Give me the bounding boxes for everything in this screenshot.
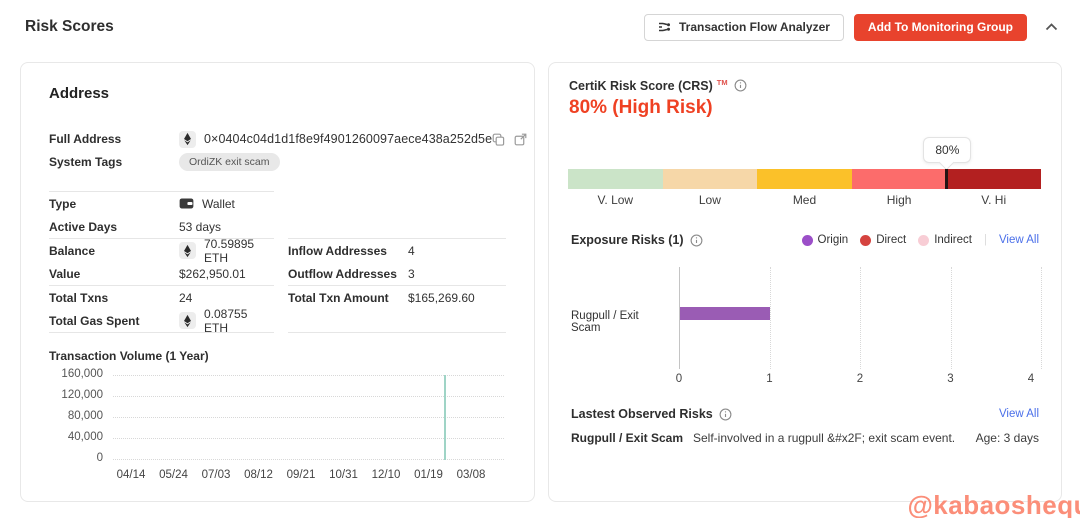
x-tick: 1: [760, 373, 780, 385]
flow-analyzer-label: Transaction Flow Analyzer: [679, 20, 830, 34]
volume-spike-bar: [444, 375, 446, 460]
stat-row-active-days: Active Days 53 days: [49, 215, 274, 238]
external-link-icon[interactable]: [514, 133, 527, 146]
gauge-segment-med: [757, 169, 852, 189]
x-tick: 03/08: [453, 469, 489, 481]
system-tags-row: System Tags OrdiZK exit scam: [49, 151, 506, 173]
y-tick: 120,000: [49, 389, 103, 401]
y-tick: 160,000: [49, 368, 103, 380]
stat-row-value: Value $262,950.01: [49, 262, 274, 285]
crs-title: CertiK Risk Score (CRS): [569, 79, 713, 93]
system-tags-label: System Tags: [49, 155, 179, 169]
stat-row-txn-amount: Total Txn Amount $165,269.60: [288, 286, 506, 309]
x-tick: 04/14: [113, 469, 149, 481]
legend-item-direct[interactable]: Direct: [860, 234, 906, 246]
x-tick: 07/03: [198, 469, 234, 481]
gridline: [860, 267, 861, 369]
full-address-label: Full Address: [49, 132, 179, 146]
full-address-row: Full Address 0×0404c04d1d1f8e9f490126009…: [49, 127, 506, 151]
exposure-risks-title: Exposure Risks (1): [571, 233, 684, 247]
latest-view-all-link[interactable]: View All: [999, 408, 1039, 420]
copy-icon[interactable]: [492, 133, 505, 146]
x-tick: 09/21: [283, 469, 319, 481]
gauge-segment-vhi: [946, 169, 1041, 189]
address-stats: Type Wallet Active Days 53 days Balance: [49, 191, 506, 333]
legend-item-indirect[interactable]: Indirect: [918, 234, 972, 246]
exposure-bar-rugpull: [680, 307, 770, 320]
x-tick: 01/19: [411, 469, 447, 481]
gauge-label: High: [852, 193, 947, 207]
gauge-label: V. Hi: [946, 193, 1041, 207]
gauge-marker: [945, 169, 948, 189]
trademark-label: TM: [717, 78, 728, 87]
exposure-view-all-link[interactable]: View All: [999, 234, 1039, 246]
address-panel: Address Full Address 0×0404c04d1d1f8e9f4…: [20, 62, 535, 502]
system-tag-badge: OrdiZK exit scam: [179, 153, 280, 171]
stat-row-gas-spent: Total Gas Spent 0.08755 ETH: [49, 309, 274, 332]
gridline: [1041, 267, 1042, 369]
gauge-label: Med: [757, 193, 852, 207]
full-address-value: 0×0404c04d1d1f8e9f4901260097aece438a252d…: [204, 132, 492, 146]
y-tick: 0: [49, 452, 103, 464]
volume-chart: 160,000 120,000 80,000 40,000 0 04/14 05…: [49, 369, 506, 483]
gauge-label: Low: [663, 193, 758, 207]
risk-score-value: 80% (High Risk): [569, 97, 713, 119]
stat-row-balance: Balance 70.59895 ETH: [49, 239, 274, 262]
direct-dot-icon: [860, 235, 871, 246]
x-tick: 0: [669, 373, 689, 385]
info-icon[interactable]: [690, 234, 703, 247]
address-panel-title: Address: [49, 85, 506, 103]
stat-row-type: Type Wallet: [49, 192, 274, 215]
volume-chart-title: Transaction Volume (1 Year): [49, 349, 506, 363]
latest-risk-name: Rugpull / Exit Scam: [571, 431, 693, 445]
risk-score-panel: CertiK Risk Score (CRS) TM 80% (High Ris…: [548, 62, 1062, 502]
y-tick: 80,000: [49, 410, 103, 422]
add-to-monitoring-button[interactable]: Add To Monitoring Group: [854, 14, 1027, 41]
gauge-segment-low: [663, 169, 758, 189]
origin-dot-icon: [802, 235, 813, 246]
gauge-label: V. Low: [568, 193, 663, 207]
legend-item-origin[interactable]: Origin: [802, 234, 849, 246]
legend-separator: |: [984, 234, 987, 246]
x-tick: 05/24: [156, 469, 192, 481]
info-icon[interactable]: [734, 79, 747, 92]
header: Risk Scores Transaction Flow Analyzer Ad…: [0, 0, 1080, 54]
latest-risk-age: Age: 3 days: [976, 431, 1039, 445]
transaction-flow-analyzer-button[interactable]: Transaction Flow Analyzer: [644, 14, 844, 41]
wallet-icon: [179, 198, 194, 209]
page-title: Risk Scores: [25, 18, 114, 36]
exposure-category-label: Rugpull / Exit Scam: [571, 310, 671, 334]
latest-risk-desc: Self-involved in a rugpull &#x2F; exit s…: [693, 431, 964, 445]
stat-row-inflow: Inflow Addresses 4: [288, 239, 506, 262]
eth-icon: [179, 242, 196, 259]
chevron-up-icon[interactable]: [1045, 23, 1058, 31]
eth-icon: [179, 312, 196, 329]
gauge-segment-high: [852, 169, 947, 189]
flow-analyzer-icon: [658, 20, 672, 34]
watermark: @kabaoshequ: [907, 490, 1080, 518]
indirect-dot-icon: [918, 235, 929, 246]
gauge-segment-vlow: [568, 169, 663, 189]
x-tick: 10/31: [326, 469, 362, 481]
stat-row-outflow: Outflow Addresses 3: [288, 262, 506, 285]
exposure-chart: Rugpull / Exit Scam 0 1 2 3 4: [571, 263, 1041, 383]
gridline: [951, 267, 952, 369]
y-tick: 40,000: [49, 431, 103, 443]
x-tick: 08/12: [241, 469, 277, 481]
x-tick: 3: [941, 373, 961, 385]
x-tick: 2: [850, 373, 870, 385]
latest-risk-row: Rugpull / Exit Scam Self-involved in a r…: [571, 431, 1039, 445]
info-icon[interactable]: [719, 408, 732, 421]
x-tick: 4: [1021, 373, 1041, 385]
x-tick: 12/10: [368, 469, 404, 481]
eth-icon: [179, 131, 196, 148]
latest-risks-title: Lastest Observed Risks: [571, 407, 713, 421]
